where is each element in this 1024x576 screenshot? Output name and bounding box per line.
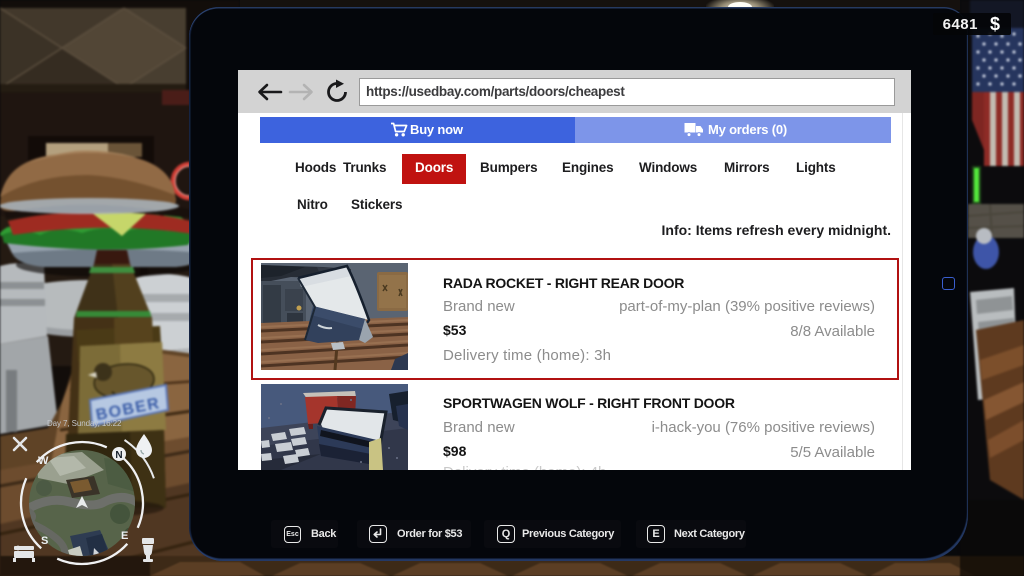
svg-text:W: W bbox=[38, 455, 49, 467]
svg-text:S: S bbox=[41, 535, 48, 547]
svg-text:E: E bbox=[121, 530, 128, 542]
svg-text:N: N bbox=[115, 450, 122, 461]
